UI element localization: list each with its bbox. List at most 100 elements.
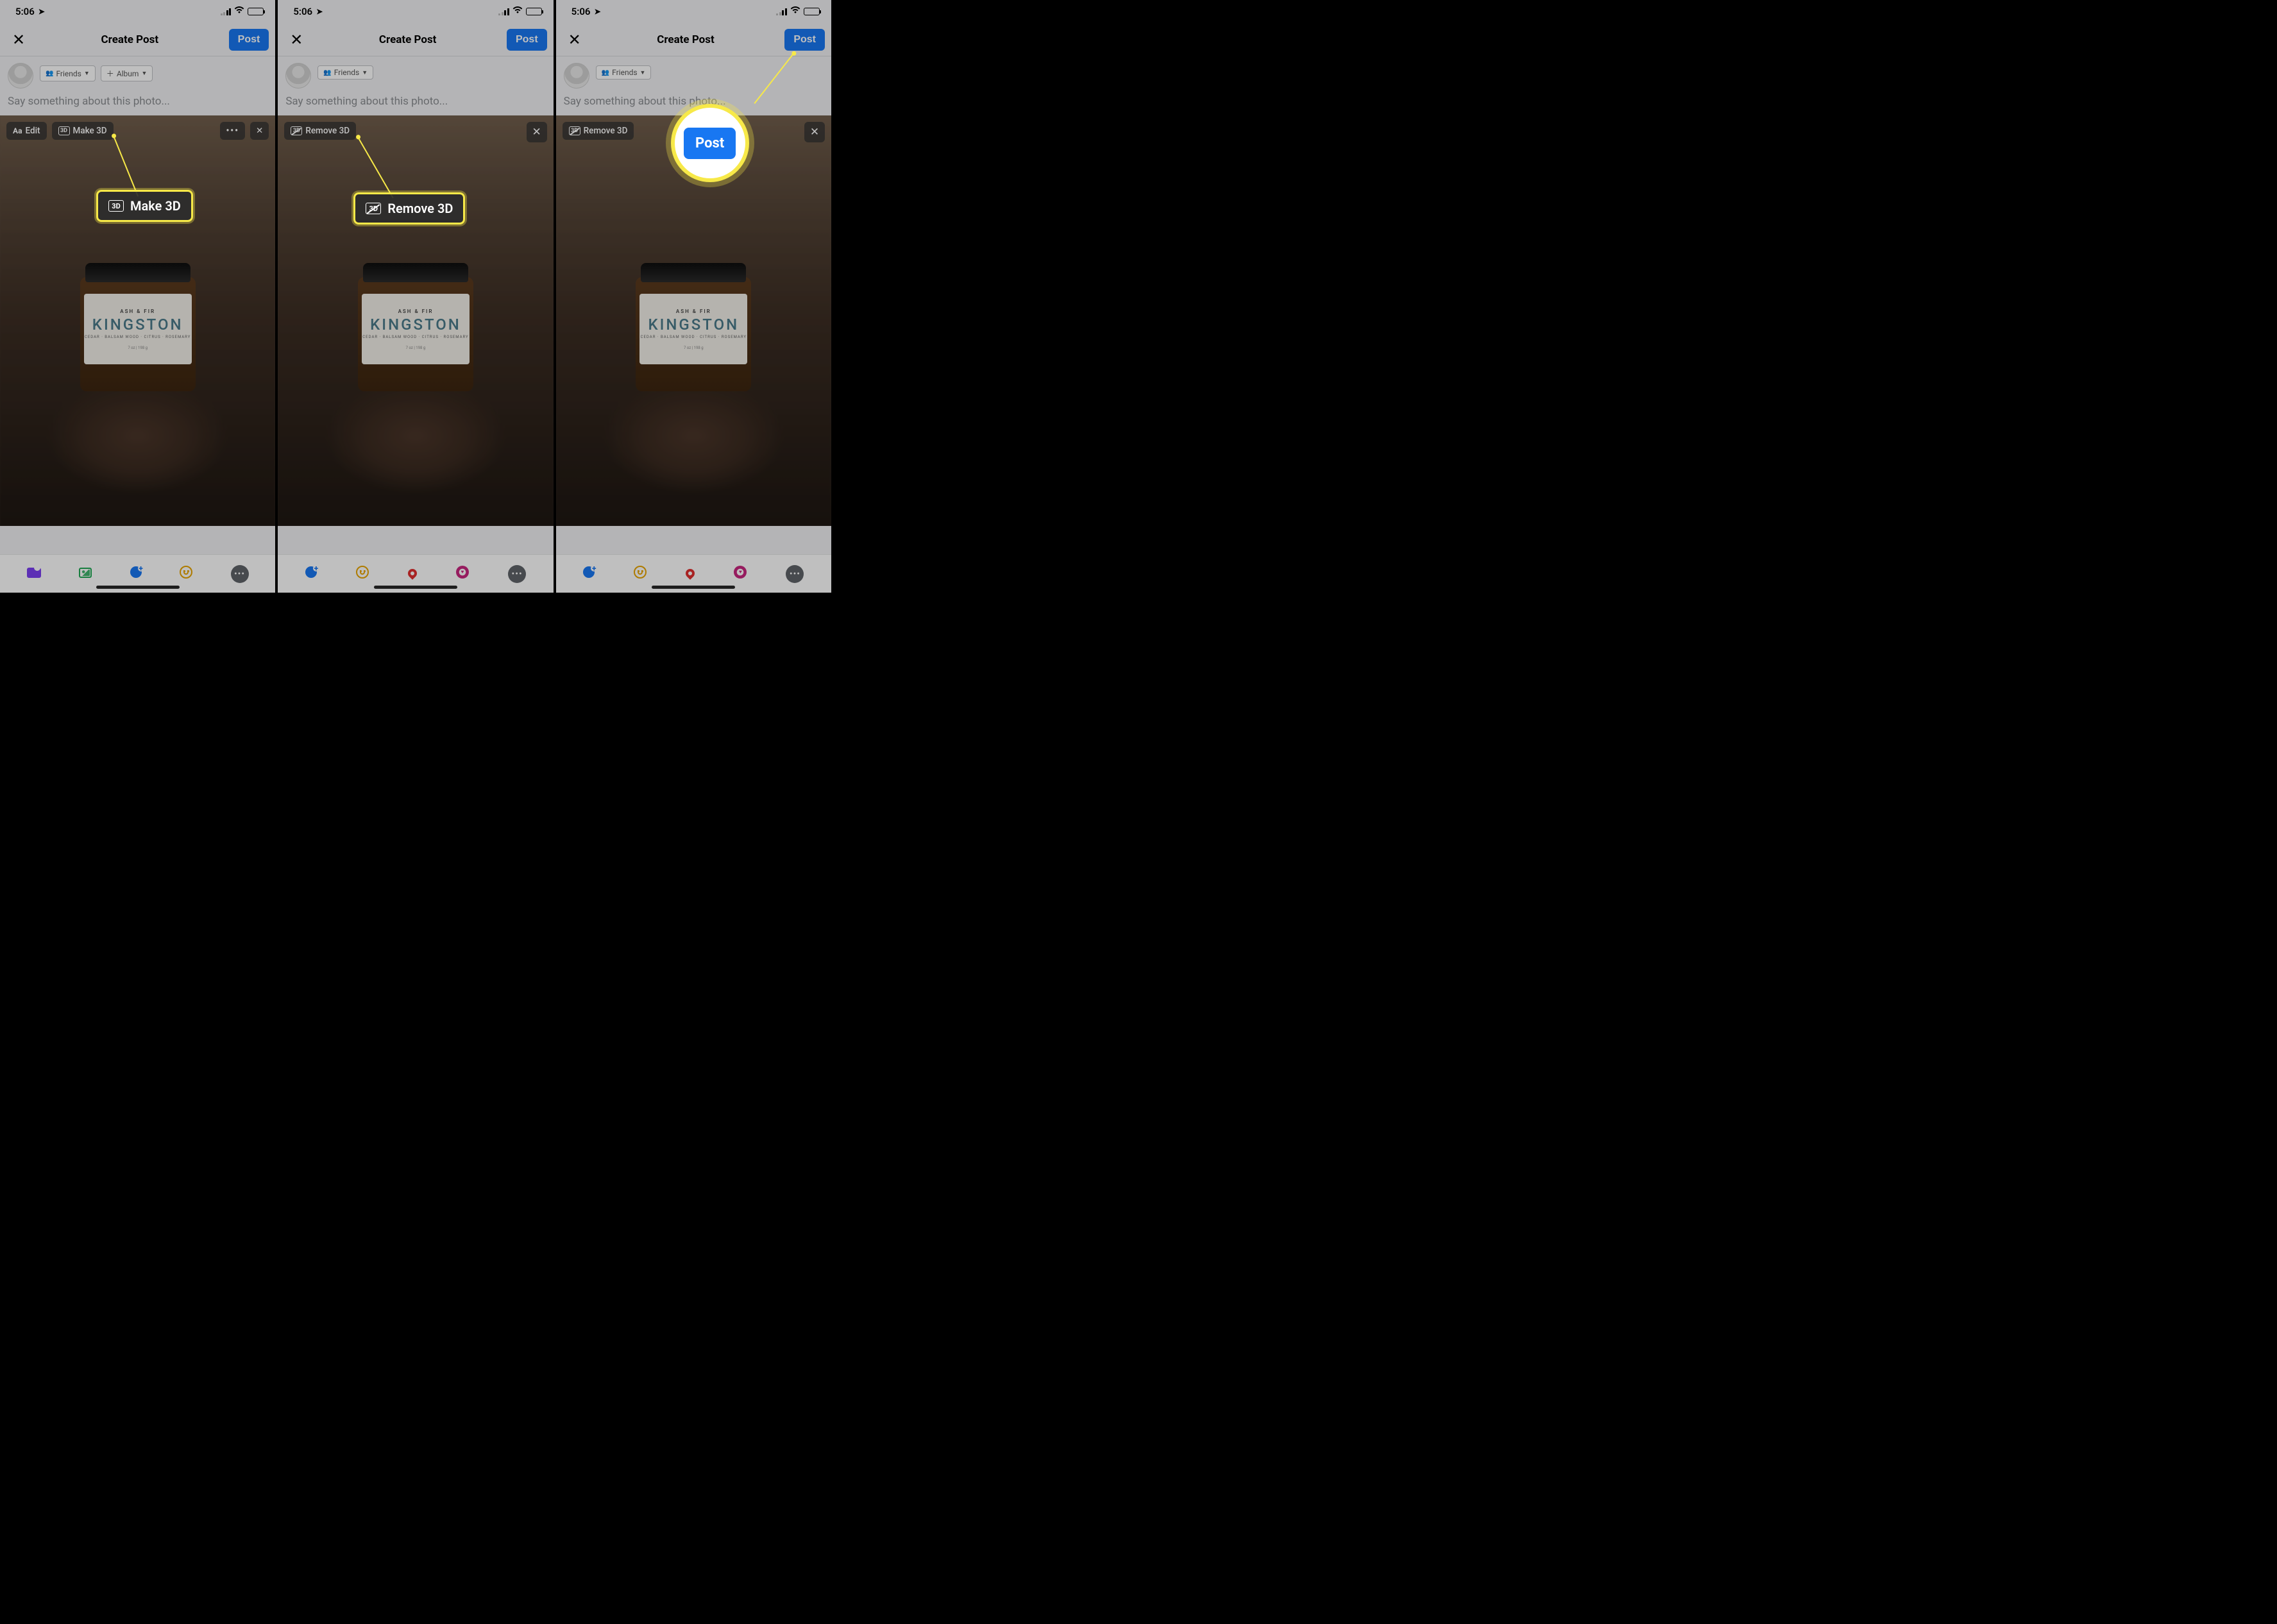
- remove-photo-button[interactable]: ✕: [527, 122, 547, 142]
- close-icon: ✕: [532, 126, 541, 139]
- jar-brand: ASH & FIR: [120, 309, 155, 314]
- tag-people-icon[interactable]: [305, 566, 317, 582]
- callout-remove-3d-label: Remove 3D: [387, 201, 453, 216]
- life-event-icon[interactable]: [734, 566, 747, 582]
- audience-label: Friends: [334, 68, 359, 77]
- close-button[interactable]: ✕: [284, 28, 309, 52]
- location-services-icon: ➤: [38, 7, 45, 16]
- jar-weight: 7 oz | 198 g: [128, 346, 148, 350]
- battery-icon: [804, 8, 820, 15]
- wifi-icon: [512, 6, 523, 17]
- remove-3d-label: Remove 3D: [584, 126, 628, 136]
- album-label: Album: [117, 69, 139, 78]
- status-bar: 5:06 ➤: [0, 0, 275, 23]
- photo-subject-jar: ASH & FIR KINGSTON CEDAR · BALSAM WOOD ·…: [358, 263, 473, 391]
- screenshot-panel-2: 5:06 ➤ ✕ Create Post Post 👥 Friends ▼ Sa…: [275, 0, 553, 593]
- more-options-button[interactable]: •••: [220, 122, 245, 140]
- status-time: 5:06: [293, 6, 312, 17]
- battery-icon: [248, 8, 264, 15]
- battery-icon: [526, 8, 542, 15]
- chevron-down-icon: ▼: [141, 70, 147, 77]
- 3d-icon: 3D: [108, 200, 124, 212]
- avatar[interactable]: [564, 63, 589, 89]
- audience-selector[interactable]: 👥 Friends ▼: [596, 65, 652, 80]
- author-row: 👥 Friends ▼: [556, 56, 831, 92]
- photo-preview[interactable]: ASH & FIR KINGSTON CEDAR · BALSAM WOOD ·…: [0, 115, 275, 526]
- avatar[interactable]: [8, 63, 33, 89]
- callout-make-3d-label: Make 3D: [130, 198, 181, 214]
- status-bar: 5:06 ➤: [278, 0, 553, 23]
- feeling-icon[interactable]: [180, 566, 192, 582]
- location-services-icon: ➤: [594, 7, 600, 16]
- post-button[interactable]: Post: [784, 29, 825, 51]
- home-indicator[interactable]: [96, 586, 180, 589]
- audience-selector[interactable]: 👥 Friends ▼: [40, 65, 96, 81]
- post-button[interactable]: Post: [507, 29, 547, 51]
- photo-preview[interactable]: ASH & FIR KINGSTON CEDAR · BALSAM WOOD ·…: [556, 115, 831, 526]
- location-icon[interactable]: [408, 566, 417, 582]
- photo-subject-jar: ASH & FIR KINGSTON CEDAR · BALSAM WOOD ·…: [80, 263, 196, 391]
- remove-3d-button[interactable]: 3D Remove 3D: [563, 122, 634, 140]
- feeling-icon[interactable]: [356, 566, 369, 582]
- life-event-icon[interactable]: [456, 566, 469, 582]
- remove-photo-button[interactable]: ✕: [804, 122, 825, 142]
- home-indicator[interactable]: [652, 586, 735, 589]
- video-icon[interactable]: [27, 566, 41, 582]
- nav-header: ✕ Create Post Post: [556, 23, 831, 56]
- post-button[interactable]: Post: [229, 29, 269, 51]
- avatar[interactable]: [285, 63, 311, 89]
- status-bar: 5:06 ➤: [556, 0, 831, 23]
- plus-icon: ＋: [106, 68, 114, 79]
- nav-header: ✕ Create Post Post: [0, 23, 275, 56]
- text-aa-icon: Aa: [13, 126, 22, 135]
- more-tools-button[interactable]: •••: [231, 565, 249, 583]
- make-3d-label: Make 3D: [73, 126, 107, 136]
- tag-people-icon[interactable]: [583, 566, 595, 582]
- cell-signal-icon: [221, 8, 232, 15]
- edit-photo-button[interactable]: Aa Edit: [6, 122, 47, 140]
- tag-people-icon[interactable]: [130, 566, 142, 582]
- caption-input[interactable]: Say something about this photo...: [0, 92, 275, 115]
- audience-label: Friends: [56, 69, 81, 78]
- 3d-icon: 3D: [58, 126, 70, 135]
- close-icon: ✕: [256, 126, 263, 136]
- photo-subject-jar: ASH & FIR KINGSTON CEDAR · BALSAM WOOD ·…: [636, 263, 751, 391]
- cell-signal-icon: [498, 8, 509, 15]
- friends-icon: 👥: [323, 69, 331, 76]
- jar-name: KINGSTON: [92, 316, 183, 334]
- callout-post: Post: [675, 108, 745, 178]
- screenshot-panel-3: 5:06 ➤ ✕ Create Post Post 👥 Friends ▼ Sa…: [554, 0, 831, 593]
- feeling-icon[interactable]: [634, 566, 647, 582]
- audience-selector[interactable]: 👥 Friends ▼: [317, 65, 373, 80]
- home-indicator[interactable]: [374, 586, 457, 589]
- chevron-down-icon: ▼: [84, 70, 90, 77]
- page-title: Create Post: [657, 33, 715, 46]
- friends-icon: 👥: [602, 69, 609, 76]
- wifi-icon: [790, 6, 800, 17]
- close-button[interactable]: ✕: [6, 28, 31, 52]
- page-title: Create Post: [101, 33, 159, 46]
- remove-3d-label: Remove 3D: [305, 126, 350, 136]
- location-services-icon: ➤: [316, 7, 323, 16]
- more-tools-button[interactable]: •••: [508, 565, 526, 583]
- chevron-down-icon: ▼: [640, 69, 646, 76]
- 3d-off-icon: 3D: [569, 126, 580, 135]
- close-button[interactable]: ✕: [563, 28, 587, 52]
- caption-input[interactable]: Say something about this photo...: [278, 92, 553, 115]
- photos-icon[interactable]: [79, 566, 92, 582]
- close-icon: ✕: [810, 126, 819, 139]
- photo-preview[interactable]: ASH & FIR KINGSTON CEDAR · BALSAM WOOD ·…: [278, 115, 553, 526]
- callout-remove-3d: 3D Remove 3D: [353, 192, 465, 224]
- 3d-off-icon: 3D: [366, 203, 381, 214]
- remove-photo-button[interactable]: ✕: [250, 122, 269, 140]
- more-tools-button[interactable]: •••: [786, 565, 804, 583]
- make-3d-button[interactable]: 3D Make 3D: [52, 122, 114, 140]
- cell-signal-icon: [776, 8, 787, 15]
- author-row: 👥 Friends ▼: [278, 56, 553, 92]
- location-icon[interactable]: [686, 566, 695, 582]
- nav-header: ✕ Create Post Post: [278, 23, 553, 56]
- album-selector[interactable]: ＋ Album ▼: [101, 65, 153, 81]
- status-time: 5:06: [571, 6, 591, 17]
- remove-3d-button[interactable]: 3D Remove 3D: [284, 122, 356, 140]
- callout-make-3d: 3D Make 3D: [96, 190, 193, 222]
